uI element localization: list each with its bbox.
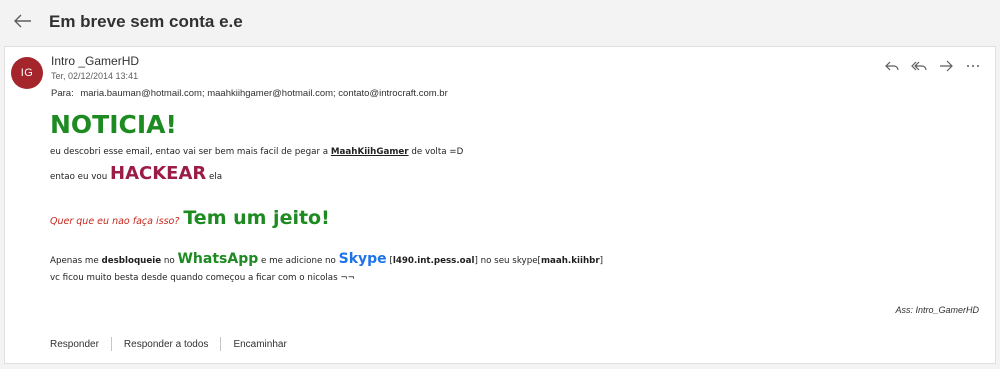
divider <box>220 337 222 351</box>
whatsapp-word: WhatsApp <box>177 251 259 267</box>
text: ] <box>599 256 604 266</box>
avatar[interactable]: IG <box>11 57 43 89</box>
text: Apenas me <box>50 256 102 266</box>
text: e me adicione no <box>258 256 339 266</box>
sender-name[interactable]: Intro _GamerHD <box>51 54 139 68</box>
username-link[interactable]: MaahKiihGamer <box>331 147 409 157</box>
text: ela <box>206 172 223 182</box>
text: entao eu vou <box>50 172 110 182</box>
body-line-2: entao eu vou HACKEAR ela <box>50 163 222 184</box>
back-button[interactable] <box>10 8 36 34</box>
body-line-4: Apenas me desbloqueie no WhatsApp e me a… <box>50 251 603 267</box>
skype-id: l490.int.pess.oal <box>392 256 475 266</box>
forward-action[interactable] <box>938 58 954 74</box>
divider <box>110 337 112 351</box>
reply-all-icon <box>911 61 927 71</box>
forward-icon <box>940 60 953 72</box>
reply-all-button[interactable]: Responder a todos <box>124 339 221 350</box>
reply-icon <box>885 61 899 71</box>
skype-id-2: maah.kiihbr <box>540 256 600 266</box>
message-card: IG Intro _GamerHD Ter, 02/12/2014 13:41 … <box>4 46 996 364</box>
text: de volta =D <box>408 147 464 157</box>
sent-date: Ter, 02/12/2014 13:41 <box>51 71 139 81</box>
back-arrow-icon <box>14 14 31 28</box>
text: eu descobri esse email, entao vai ser be… <box>50 147 331 157</box>
question-text: Quer que eu nao faça isso? <box>50 216 180 227</box>
reply-all-action[interactable] <box>911 58 927 74</box>
noticia-heading: NOTICIA! <box>50 110 177 139</box>
to-label: Para: <box>51 88 74 99</box>
text: ] no seu skype[ <box>474 256 541 266</box>
recipients: Para: maria.bauman@hotmail.com; maahkiih… <box>51 88 448 99</box>
reply-button[interactable]: Responder <box>50 339 111 350</box>
body-line-5: vc ficou muito besta desde quando começo… <box>50 273 355 283</box>
top-bar: Em breve sem conta e.e <box>0 0 1000 44</box>
email-subject: Em breve sem conta e.e <box>49 12 243 31</box>
footer-actions: Responder Responder a todos Encaminhar <box>50 335 299 353</box>
body-line-1: eu descobri esse email, entao vai ser be… <box>50 147 463 157</box>
forward-button[interactable]: Encaminhar <box>233 339 298 350</box>
more-actions[interactable] <box>965 58 981 74</box>
unblock-word: desbloqueie <box>101 256 162 266</box>
skype-word: Skype <box>338 251 387 267</box>
message-actions <box>884 57 981 75</box>
body-line-3: Quer que eu nao faça isso? Tem um jeito! <box>50 207 330 229</box>
signature: Ass: Intro_GamerHD <box>895 305 979 315</box>
to-value[interactable]: maria.bauman@hotmail.com; maahkiihgamer@… <box>80 88 447 99</box>
hackear-word: HACKEAR <box>110 163 207 184</box>
more-icon <box>967 65 979 67</box>
reply-action[interactable] <box>884 58 900 74</box>
answer-text: Tem um jeito! <box>183 207 330 229</box>
text: no <box>161 256 178 266</box>
